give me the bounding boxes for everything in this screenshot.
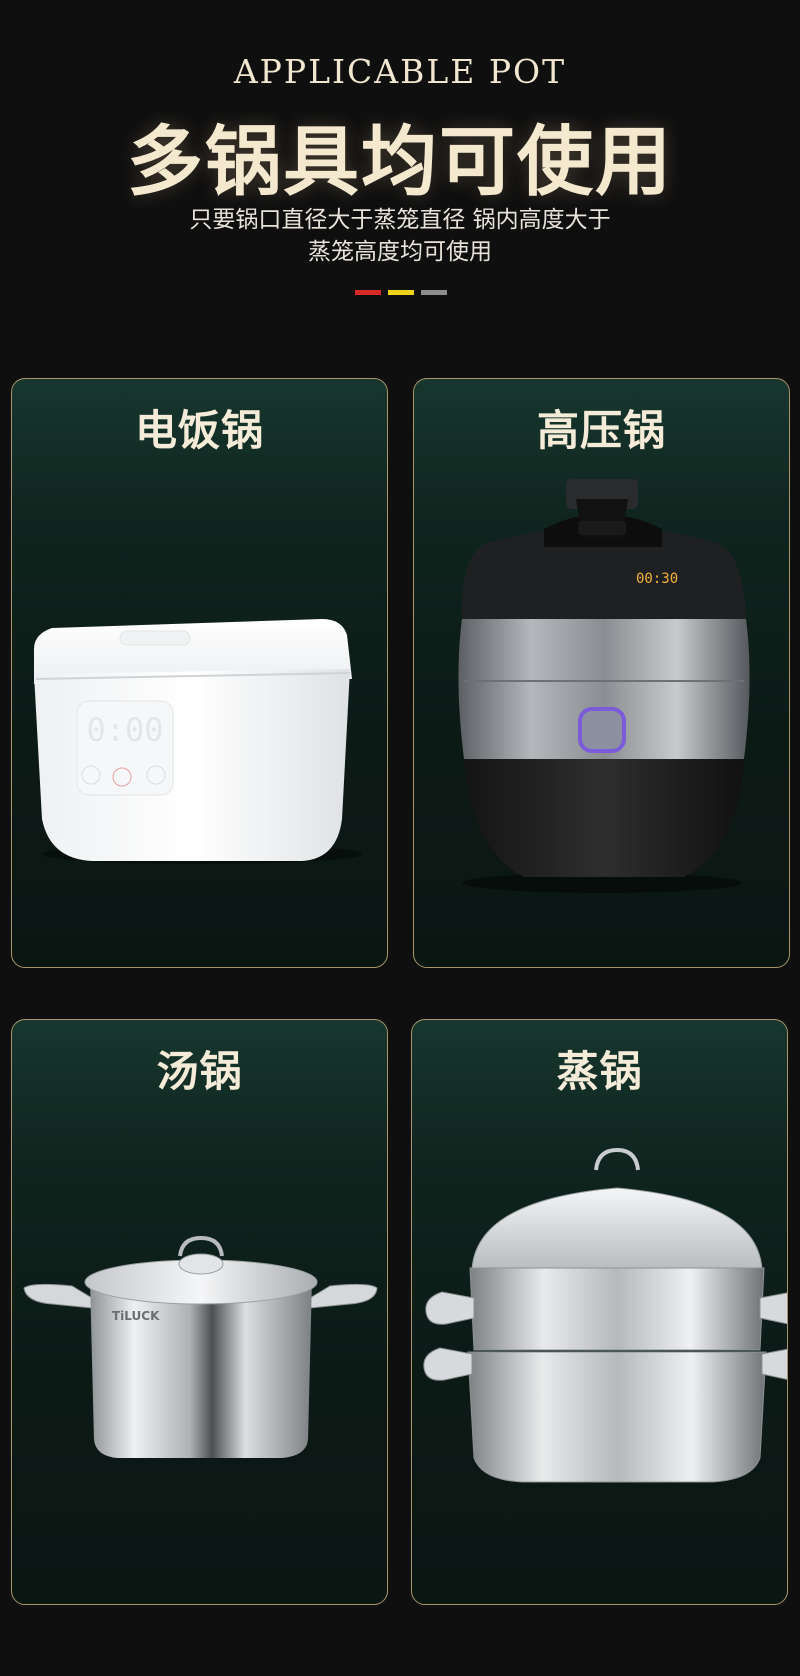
rice-cooker-display: 0:00: [86, 711, 163, 749]
header: APPLICABLE POT 多锅具均可使用 只要锅口直径大于蒸笼直径 锅内高度…: [0, 0, 800, 320]
card-soup-pot: TiLUCK 汤锅: [11, 1019, 388, 1605]
rice-cooker-icon: 0:00: [34, 619, 362, 864]
chinese-title: 多锅具均可使用: [127, 117, 673, 206]
card-title-steamer-pot: 蒸锅: [556, 1047, 643, 1096]
subtitle-line-2: 蒸笼高度均可使用: [308, 239, 492, 265]
divider-yellow: [388, 290, 414, 295]
color-divider: [355, 290, 455, 295]
pressure-cooker-icon: 00:30: [458, 479, 750, 893]
divider-red: [355, 290, 381, 295]
card-steamer-pot: 蒸锅: [411, 1019, 788, 1605]
subtitle-line-1: 只要锅口直径大于蒸笼直径 锅内高度大于: [189, 207, 611, 233]
soup-pot-brand: TiLUCK: [112, 1309, 160, 1323]
card-pressure-cooker: 00:30 高压锅: [413, 378, 790, 968]
soup-pot-icon: TiLUCK: [23, 1235, 378, 1458]
card-title-rice-cooker: 电饭锅: [134, 406, 264, 455]
steamer-pot-icon: [423, 1147, 787, 1483]
pressure-cooker-display: 00:30: [636, 571, 678, 587]
card-title-pressure-cooker: 高压锅: [536, 406, 666, 455]
card-title-soup-pot: 汤锅: [156, 1047, 243, 1096]
english-title: APPLICABLE POT: [233, 52, 567, 91]
card-rice-cooker: 0:00 电饭锅: [11, 378, 388, 968]
divider-gray: [421, 290, 447, 295]
